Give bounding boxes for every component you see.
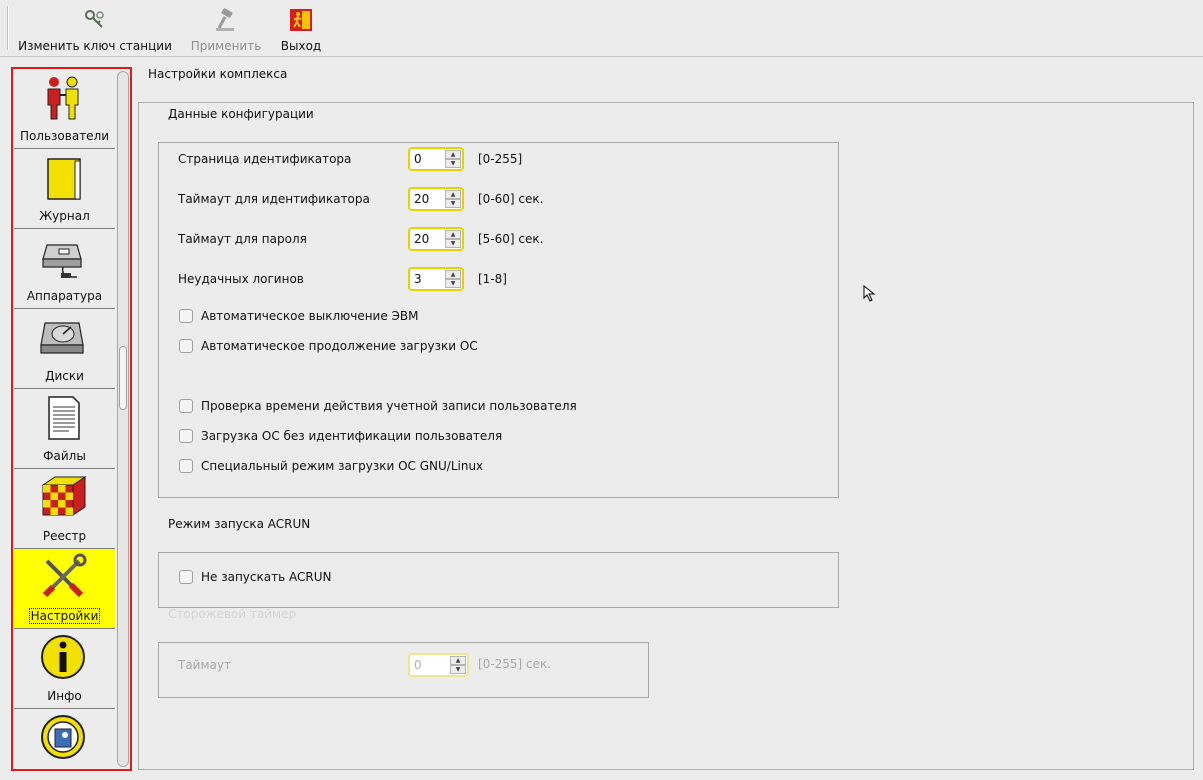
checkbox-label: Проверка времени действия учетной записи… <box>201 399 577 413</box>
change-station-key-label: Изменить ключ станции <box>18 39 172 53</box>
exit-label: Выход <box>280 39 322 53</box>
identifier-timeout-spinbox[interactable]: 20 ▲ ▼ <box>408 187 464 211</box>
identifier-page-label: Страница идентификатора <box>178 152 352 166</box>
identifier-timeout-label: Таймаут для идентификатора <box>178 192 370 206</box>
acrun-group-title: Режим запуска ACRUN <box>168 517 311 531</box>
spin-down-arrow-icon[interactable]: ▼ <box>450 665 466 674</box>
sidebar-item-label: Инфо <box>47 689 82 703</box>
sidebar-item-registry[interactable]: Реестр <box>14 469 115 549</box>
spin-down-arrow-icon[interactable]: ▼ <box>445 199 461 208</box>
failed-logins-spinbox[interactable]: 3 ▲ ▼ <box>408 267 464 291</box>
mouse-cursor-icon <box>863 285 876 302</box>
sidebar-item-label: Пользователи <box>19 129 110 143</box>
sidebar-item-info[interactable]: Инфо <box>14 629 115 709</box>
settings-tools-icon <box>42 553 87 598</box>
sidebar-item-files[interactable]: Файлы <box>14 389 115 469</box>
sidebar-item-user-update[interactable] <box>14 709 115 769</box>
sidebar-scrollbar-thumb[interactable] <box>119 346 127 410</box>
sidebar-item-label: Журнал <box>39 209 90 223</box>
identifier-page-range: [0-255] <box>478 152 523 166</box>
checkbox-box[interactable] <box>179 339 193 353</box>
user-update-icon <box>41 715 85 759</box>
checkbox-label: Не запускать ACRUN <box>201 570 332 584</box>
identifier-timeout-range: [0-60] сек. <box>478 192 544 206</box>
key-icon <box>85 10 104 28</box>
sidebar-item-hardware[interactable]: Аппаратура <box>14 229 115 309</box>
checkbox-box[interactable] <box>179 309 193 323</box>
watchdog-timeout-label: Таймаут <box>178 658 231 672</box>
config-group-title: Данные конфигурации <box>168 107 314 121</box>
password-timeout-range: [5-60] сек. <box>478 232 544 246</box>
checkbox-box[interactable] <box>179 429 193 443</box>
identifier-timeout-value: 20 <box>414 192 430 206</box>
sidebar-item-label: Аппаратура <box>26 289 103 303</box>
sidebar-item-label: Файлы <box>43 449 86 463</box>
journal-book-icon <box>47 158 81 200</box>
account-expiry-check-checkbox[interactable]: Проверка времени действия учетной записи… <box>179 399 577 413</box>
toolbar: Изменить ключ станции Применить Выход <box>0 0 1203 57</box>
boot-without-identification-checkbox[interactable]: Загрузка ОС без идентификации пользовате… <box>179 429 502 443</box>
checkbox-box[interactable] <box>179 399 193 413</box>
exit-icon <box>290 9 312 31</box>
spin-down-arrow-icon[interactable]: ▼ <box>445 159 461 168</box>
users-icon <box>47 76 79 120</box>
auto-continue-boot-checkbox[interactable]: Автоматическое продолжение загрузки ОС <box>179 339 478 353</box>
failed-logins-value: 3 <box>414 272 422 286</box>
checkbox-label: Специальный режим загрузки ОС GNU/Linux <box>201 459 484 473</box>
no-acrun-checkbox[interactable]: Не запускать ACRUN <box>179 570 331 584</box>
spin-up-arrow-icon[interactable]: ▲ <box>450 656 466 665</box>
spin-up-arrow-icon[interactable]: ▲ <box>445 190 461 199</box>
watchdog-group-title: Сторожевой таймер <box>168 607 297 621</box>
info-icon <box>41 635 85 679</box>
password-timeout-spinbox[interactable]: 20 ▲ ▼ <box>408 227 464 251</box>
checkbox-label: Автоматическое выключение ЭВМ <box>201 309 419 323</box>
spin-down-arrow-icon[interactable]: ▼ <box>445 279 461 288</box>
sidebar-item-disks[interactable]: Диски <box>14 309 115 389</box>
checkbox-box[interactable] <box>179 459 193 473</box>
identifier-page-value: 0 <box>414 152 422 166</box>
sidebar-scrollbar[interactable] <box>117 71 129 767</box>
document-file-icon <box>48 396 80 440</box>
spin-up-arrow-icon[interactable]: ▲ <box>445 230 461 239</box>
sidebar-item-users[interactable]: Пользователи <box>14 69 115 149</box>
failed-logins-range: [1-8] <box>478 272 507 286</box>
identifier-page-spinbox[interactable]: 0 ▲ ▼ <box>408 147 464 171</box>
sidebar-item-settings[interactable]: Настройки <box>14 549 115 629</box>
spin-up-arrow-icon[interactable]: ▲ <box>445 270 461 279</box>
gavel-icon <box>216 8 234 31</box>
exit-button[interactable]: Выход <box>276 4 326 54</box>
registry-cube-icon <box>41 476 87 516</box>
linux-special-boot-checkbox[interactable]: Специальный режим загрузки ОС GNU/Linux <box>179 459 483 473</box>
change-station-key-button[interactable]: Изменить ключ станции <box>14 4 176 54</box>
watchdog-timeout-range: [0-255] сек. <box>478 657 552 671</box>
watchdog-frame <box>158 642 649 698</box>
disk-drive-icon <box>40 322 84 354</box>
sidebar-item-label: Реестр <box>42 529 87 543</box>
hardware-scanner-icon <box>42 244 82 278</box>
page-title: Настройки комплекса <box>148 67 288 81</box>
password-timeout-label: Таймаут для пароля <box>178 232 307 246</box>
auto-shutdown-checkbox[interactable]: Автоматическое выключение ЭВМ <box>179 309 419 323</box>
sidebar-item-label: Настройки <box>28 608 101 624</box>
watchdog-timeout-spinbox[interactable]: 0 ▲ ▼ <box>408 653 469 677</box>
watchdog-timeout-value: 0 <box>414 658 422 672</box>
checkbox-label: Загрузка ОС без идентификации пользовате… <box>201 429 503 443</box>
spin-down-arrow-icon[interactable]: ▼ <box>445 239 461 248</box>
toolbar-grip[interactable] <box>7 6 9 50</box>
sidebar: Пользователи Журнал Аппаратура Диски Фай… <box>11 67 132 771</box>
password-timeout-value: 20 <box>414 232 430 246</box>
checkbox-box[interactable] <box>179 570 193 584</box>
sidebar-item-journal[interactable]: Журнал <box>14 149 115 229</box>
sidebar-item-label: Диски <box>45 369 84 383</box>
checkbox-label: Автоматическое продолжение загрузки ОС <box>201 339 478 353</box>
spin-up-arrow-icon[interactable]: ▲ <box>445 150 461 159</box>
apply-button[interactable]: Применить <box>186 4 266 54</box>
apply-label: Применить <box>190 39 262 53</box>
failed-logins-label: Неудачных логинов <box>178 272 304 286</box>
